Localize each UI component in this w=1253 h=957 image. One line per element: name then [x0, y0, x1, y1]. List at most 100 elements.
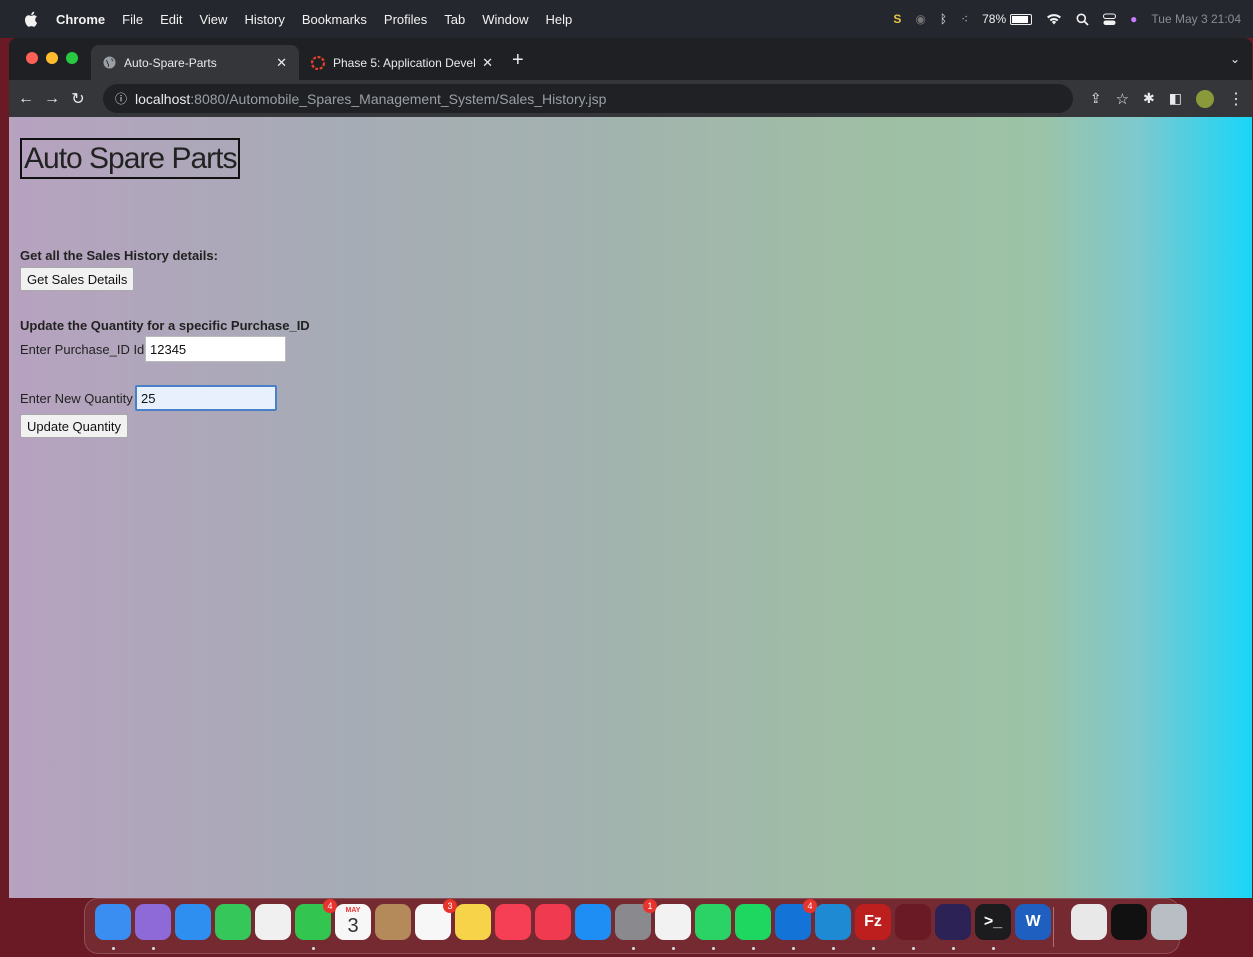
focus-icon[interactable]: ◉: [915, 12, 925, 26]
eclipse-icon[interactable]: [935, 904, 971, 940]
menu-tab[interactable]: Tab: [444, 12, 465, 27]
close-tab-icon[interactable]: ✕: [482, 55, 493, 71]
safari-icon[interactable]: [175, 904, 211, 940]
menu-view[interactable]: View: [199, 12, 227, 27]
control-center-icon[interactable]: [1103, 13, 1117, 26]
menu-file[interactable]: File: [122, 12, 143, 27]
window-controls: [26, 52, 86, 64]
messages-icon[interactable]: [215, 904, 251, 940]
app-menu: Chrome File Edit View History Bookmarks …: [56, 12, 589, 27]
calendar-month: MAY: [345, 907, 361, 914]
update-quantity-heading: Update the Quantity for a specific Purch…: [20, 318, 310, 333]
document-stack-icon[interactable]: [1071, 904, 1107, 940]
close-window-button[interactable]: [26, 52, 38, 64]
zoom-window-button[interactable]: [66, 52, 78, 64]
chrome-window: Auto-Spare-Parts ✕ Phase 5: Application …: [9, 38, 1252, 898]
running-indicator: [632, 947, 635, 950]
get-sales-details-button[interactable]: Get Sales Details: [20, 267, 135, 291]
filezilla-icon[interactable]: Fz: [855, 904, 891, 940]
status-area: S ◉ ᛒ ⁖ 78% ● Tue May 3 21:04: [879, 0, 1241, 38]
running-indicator: [312, 947, 315, 950]
finder-icon[interactable]: [95, 904, 131, 940]
minimize-window-button[interactable]: [46, 52, 58, 64]
running-indicator: [672, 947, 675, 950]
siri-icon[interactable]: ●: [1130, 12, 1137, 26]
macos-menu-bar: Chrome File Edit View History Bookmarks …: [0, 0, 1253, 38]
launchpad-icon[interactable]: [135, 904, 171, 940]
running-indicator: [752, 947, 755, 950]
apple-icon[interactable]: [24, 11, 38, 27]
new-tab-button[interactable]: +: [512, 50, 524, 70]
spotify-icon[interactable]: [735, 904, 771, 940]
bluetooth-icon[interactable]: ᛒ: [940, 12, 947, 26]
url-host: localhost: [135, 90, 191, 107]
running-indicator: [792, 947, 795, 950]
battery-icon: [1010, 13, 1033, 25]
chrome-icon[interactable]: [655, 904, 691, 940]
menu-help[interactable]: Help: [546, 12, 573, 27]
git-client-icon[interactable]: [895, 904, 931, 940]
tab-search-chevron-icon[interactable]: ⌄: [1230, 52, 1240, 66]
purchase-id-input[interactable]: [145, 336, 286, 362]
back-button[interactable]: ←: [13, 90, 39, 108]
facetime-icon[interactable]: 4: [295, 899, 337, 940]
reload-button[interactable]: ↻: [65, 89, 91, 109]
menubar-clock[interactable]: Tue May 3 21:04: [1151, 12, 1241, 26]
menu-window[interactable]: Window: [482, 12, 528, 27]
running-indicator: [992, 947, 995, 950]
whatsapp-icon[interactable]: [695, 904, 731, 940]
running-indicator: [712, 947, 715, 950]
bookmark-star-icon[interactable]: ☆: [1116, 90, 1129, 108]
tab-auto-spare-parts[interactable]: Auto-Spare-Parts ✕: [91, 45, 299, 80]
close-tab-icon[interactable]: ✕: [276, 55, 287, 71]
new-quantity-label: Enter New Quantity :: [20, 391, 140, 406]
system-preferences-icon[interactable]: 1: [615, 899, 657, 940]
dock-separator: [1053, 907, 1054, 947]
trash-icon[interactable]: [1151, 904, 1187, 940]
outlook-icon[interactable]: 4: [775, 899, 817, 940]
share-icon[interactable]: ⇪: [1090, 90, 1102, 107]
terminal-window-icon[interactable]: [1111, 904, 1147, 940]
extensions-puzzle-icon[interactable]: ✱: [1143, 90, 1155, 107]
reminders-icon[interactable]: 3: [415, 899, 457, 940]
notes-icon[interactable]: [455, 904, 491, 940]
page-title: Auto Spare Parts: [20, 138, 241, 179]
vscode-icon[interactable]: [815, 904, 851, 940]
tab-phase-5[interactable]: Phase 5: Application Developm ✕: [299, 45, 505, 80]
course-site-favicon-icon: [311, 55, 325, 70]
tab-strip: Auto-Spare-Parts ✕ Phase 5: Application …: [9, 38, 1252, 80]
word-label: W: [1025, 913, 1041, 930]
script-editor-icon[interactable]: S: [893, 12, 901, 26]
globe-icon: [103, 56, 116, 69]
music-icon[interactable]: [495, 904, 531, 940]
menu-bookmarks[interactable]: Bookmarks: [302, 12, 367, 27]
running-indicator: [872, 947, 875, 950]
calendar-icon[interactable]: MAY 3: [335, 904, 371, 940]
forward-button[interactable]: →: [39, 90, 65, 108]
terminal-icon[interactable]: >_: [975, 904, 1011, 940]
radar-icon[interactable]: ⁖: [961, 12, 968, 26]
new-quantity-input[interactable]: [135, 385, 277, 411]
update-quantity-button[interactable]: Update Quantity: [20, 414, 128, 438]
battery-indicator[interactable]: 78%: [982, 12, 1033, 26]
menu-history[interactable]: History: [244, 12, 284, 27]
profile-avatar[interactable]: [1196, 89, 1214, 108]
wifi-icon[interactable]: [1046, 13, 1062, 25]
contacts-icon[interactable]: [375, 904, 411, 940]
site-info-icon[interactable]: ⓘ: [115, 90, 127, 107]
photos-icon[interactable]: [255, 904, 291, 940]
app-store-icon[interactable]: [575, 904, 611, 940]
page-viewport: Auto Spare Parts Get all the Sales Histo…: [9, 117, 1252, 898]
side-panel-icon[interactable]: ◧: [1169, 90, 1182, 107]
tab-title: Phase 5: Application Developm: [333, 55, 476, 70]
word-icon[interactable]: W: [1015, 904, 1051, 940]
running-indicator: [832, 947, 835, 950]
menu-profiles[interactable]: Profiles: [384, 12, 427, 27]
news-icon[interactable]: [535, 904, 571, 940]
menu-edit[interactable]: Edit: [160, 12, 182, 27]
menu-chrome[interactable]: Chrome: [56, 12, 105, 27]
address-bar[interactable]: ⓘ localhost:8080/Automobile_Spares_Manag…: [103, 84, 1073, 113]
spotlight-search-icon[interactable]: [1076, 13, 1089, 26]
browser-toolbar: ← → ↻ ⓘ localhost:8080/Automobile_Spares…: [9, 80, 1252, 117]
more-menu-icon[interactable]: ⋮: [1228, 89, 1244, 109]
